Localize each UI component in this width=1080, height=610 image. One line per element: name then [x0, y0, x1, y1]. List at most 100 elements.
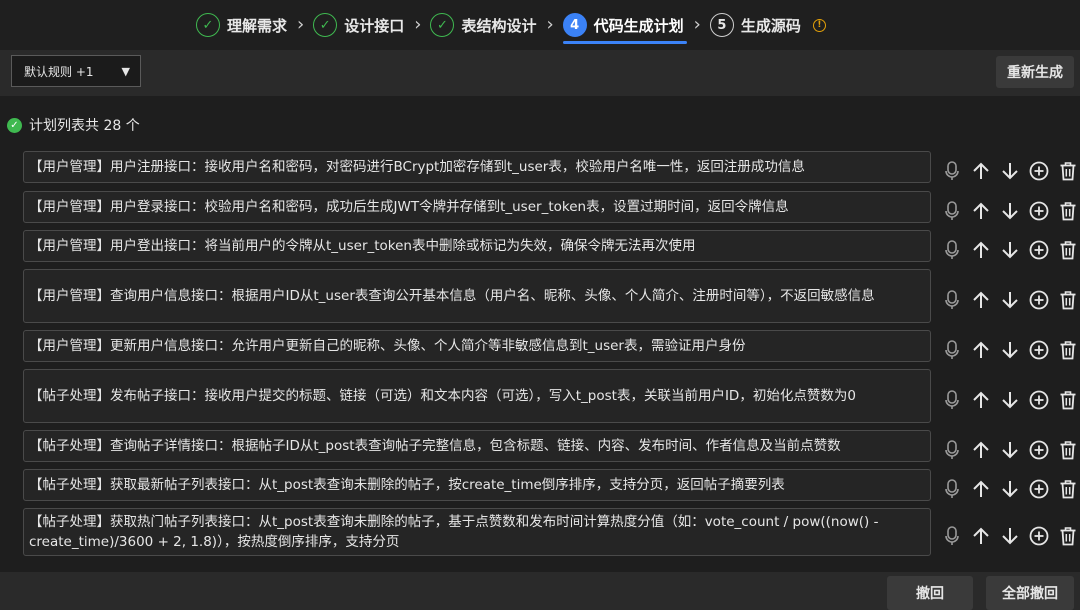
plan-text-field[interactable]: 【帖子处理】获取热门帖子列表接口：从t_post表查询未删除的帖子，基于点赞数和… — [23, 508, 931, 556]
plan-item: 【帖子处理】查询帖子详情接口：根据帖子ID从t_post表查询帖子完整信息，包含… — [23, 430, 1075, 462]
plan-text-field[interactable]: 【帖子处理】查询帖子详情接口：根据帖子ID从t_post表查询帖子完整信息，包含… — [23, 430, 931, 462]
add-circle-icon[interactable] — [1024, 439, 1053, 461]
trash-icon[interactable] — [1053, 160, 1080, 182]
add-circle-icon[interactable] — [1024, 478, 1053, 500]
step-2[interactable]: ✓ 设计接口 — [313, 0, 404, 50]
step-3[interactable]: ✓ 表结构设计 — [430, 0, 536, 50]
trash-icon[interactable] — [1053, 439, 1080, 461]
plan-text-field[interactable]: 【用户管理】用户登录接口：校验用户名和密码，成功后生成JWT令牌并存储到t_us… — [23, 191, 931, 223]
mic-icon[interactable] — [937, 200, 966, 222]
arrow-down-icon[interactable] — [995, 389, 1024, 411]
arrow-up-icon[interactable] — [966, 239, 995, 261]
arrow-up-icon[interactable] — [966, 389, 995, 411]
plan-text-field[interactable]: 【用户管理】更新用户信息接口：允许用户更新自己的昵称、头像、个人简介等非敏感信息… — [23, 330, 931, 362]
plan-text-field[interactable]: 【帖子处理】发布帖子接口：接收用户提交的标题、链接（可选）和文本内容（可选），写… — [23, 369, 931, 423]
plan-row-actions — [937, 389, 1080, 411]
plan-row-actions — [937, 160, 1080, 182]
plan-text: 【用户管理】用户注册接口：接收用户名和密码，对密码进行BCrypt加密存储到t_… — [29, 159, 805, 175]
arrow-up-icon[interactable] — [966, 478, 995, 500]
arrow-down-icon[interactable] — [995, 289, 1024, 311]
check-circle-icon: ✓ — [313, 13, 338, 37]
mic-icon[interactable] — [937, 525, 966, 547]
chevron-right-icon: › — [297, 14, 305, 35]
arrow-up-icon[interactable] — [966, 439, 995, 461]
step-4[interactable]: 4 代码生成计划 — [562, 0, 687, 50]
check-circle-icon: ✓ — [196, 13, 220, 37]
plan-row-actions — [937, 525, 1080, 547]
plan-text-field[interactable]: 【用户管理】用户注册接口：接收用户名和密码，对密码进行BCrypt加密存储到t_… — [23, 151, 931, 183]
trash-icon[interactable] — [1053, 478, 1080, 500]
trash-icon[interactable] — [1053, 289, 1080, 311]
add-circle-icon[interactable] — [1024, 160, 1053, 182]
step-indicator: ✓ 理解需求 › ✓ 设计接口 › ✓ 表结构设计 › 4 代码生成计划 › 5… — [196, 0, 826, 50]
plan-item: 【用户管理】用户登录接口：校验用户名和密码，成功后生成JWT令牌并存储到t_us… — [23, 191, 1075, 223]
mic-icon[interactable] — [937, 160, 966, 182]
arrow-down-icon[interactable] — [995, 439, 1024, 461]
plan-text: 【用户管理】用户登出接口：将当前用户的令牌从t_user_token表中删除或标… — [29, 238, 696, 254]
regenerate-button[interactable]: 重新生成 — [996, 56, 1074, 88]
add-circle-icon[interactable] — [1024, 200, 1053, 222]
add-circle-icon[interactable] — [1024, 339, 1053, 361]
plan-row-actions — [937, 478, 1080, 500]
plan-row-actions — [937, 439, 1080, 461]
step-number-badge: 5 — [709, 13, 734, 37]
trash-icon[interactable] — [1053, 239, 1080, 261]
arrow-down-icon[interactable] — [995, 525, 1024, 547]
add-circle-icon[interactable] — [1024, 525, 1053, 547]
warning-icon[interactable]: ! — [812, 18, 826, 32]
plan-item: 【用户管理】用户登出接口：将当前用户的令牌从t_user_token表中删除或标… — [23, 230, 1075, 262]
plan-text: 【用户管理】查询用户信息接口：根据用户ID从t_user表查询公开基本信息（用户… — [29, 288, 875, 304]
step-1[interactable]: ✓ 理解需求 — [196, 0, 287, 50]
mic-icon[interactable] — [937, 389, 966, 411]
arrow-down-icon[interactable] — [995, 239, 1024, 261]
arrow-up-icon[interactable] — [966, 339, 995, 361]
step-label: 设计接口 — [344, 16, 405, 35]
mic-icon[interactable] — [937, 478, 966, 500]
rule-select-value: 默认规则 +1 — [24, 64, 94, 79]
trash-icon[interactable] — [1053, 339, 1080, 361]
plan-text-field[interactable]: 【用户管理】用户登出接口：将当前用户的令牌从t_user_token表中删除或标… — [23, 230, 931, 262]
plan-item: 【帖子处理】发布帖子接口：接收用户提交的标题、链接（可选）和文本内容（可选），写… — [23, 369, 1075, 423]
mic-icon[interactable] — [937, 339, 966, 361]
arrow-up-icon[interactable] — [966, 200, 995, 222]
plan-text-field[interactable]: 【帖子处理】获取最新帖子列表接口：从t_post表查询未删除的帖子，按creat… — [23, 469, 931, 501]
arrow-up-icon[interactable] — [966, 160, 995, 182]
plan-text: 【帖子处理】获取热门帖子列表接口：从t_post表查询未删除的帖子，基于点赞数和… — [29, 514, 879, 550]
mic-icon[interactable] — [937, 289, 966, 311]
plan-item: 【用户管理】查询用户信息接口：根据用户ID从t_user表查询公开基本信息（用户… — [23, 269, 1075, 323]
trash-icon[interactable] — [1053, 389, 1080, 411]
chevron-right-icon: › — [414, 14, 422, 35]
toolbar: 默认规则 +1 ▼ 重新生成 — [0, 50, 1080, 96]
plan-text: 【用户管理】更新用户信息接口：允许用户更新自己的昵称、头像、个人简介等非敏感信息… — [29, 338, 746, 354]
add-circle-icon[interactable] — [1024, 389, 1053, 411]
mic-icon[interactable] — [937, 239, 966, 261]
plan-text: 【帖子处理】获取最新帖子列表接口：从t_post表查询未删除的帖子，按creat… — [29, 477, 785, 493]
step-5[interactable]: 5 生成源码 — [709, 0, 801, 50]
arrow-down-icon[interactable] — [995, 339, 1024, 361]
add-circle-icon[interactable] — [1024, 289, 1053, 311]
plan-text: 【帖子处理】发布帖子接口：接收用户提交的标题、链接（可选）和文本内容（可选），写… — [29, 388, 856, 404]
plan-text: 【帖子处理】查询帖子详情接口：根据帖子ID从t_post表查询帖子完整信息，包含… — [29, 438, 841, 454]
plan-row-actions — [937, 200, 1080, 222]
arrow-down-icon[interactable] — [995, 200, 1024, 222]
add-circle-icon[interactable] — [1024, 239, 1053, 261]
trash-icon[interactable] — [1053, 525, 1080, 547]
chevron-right-icon: › — [693, 14, 701, 35]
arrow-up-icon[interactable] — [966, 289, 995, 311]
arrow-down-icon[interactable] — [995, 160, 1024, 182]
undo-button[interactable]: 撤回 — [887, 576, 973, 610]
mic-icon[interactable] — [937, 439, 966, 461]
rule-select[interactable]: 默认规则 +1 ▼ — [11, 55, 141, 87]
arrow-down-icon[interactable] — [995, 478, 1024, 500]
arrow-up-icon[interactable] — [966, 525, 995, 547]
step-header: ✓ 理解需求 › ✓ 设计接口 › ✓ 表结构设计 › 4 代码生成计划 › 5… — [0, 0, 1080, 50]
trash-icon[interactable] — [1053, 200, 1080, 222]
plan-item: 【帖子处理】获取最新帖子列表接口：从t_post表查询未删除的帖子，按creat… — [23, 469, 1075, 501]
footer-bar: 撤回 全部撤回 — [0, 572, 1080, 610]
undo-all-button[interactable]: 全部撤回 — [986, 576, 1074, 610]
plan-row-actions — [937, 289, 1080, 311]
step-label: 生成源码 — [740, 16, 801, 35]
plan-text-field[interactable]: 【用户管理】查询用户信息接口：根据用户ID从t_user表查询公开基本信息（用户… — [23, 269, 931, 323]
plan-item: 【帖子处理】获取热门帖子列表接口：从t_post表查询未删除的帖子，基于点赞数和… — [23, 508, 1075, 556]
step-number-badge: 4 — [562, 13, 587, 37]
